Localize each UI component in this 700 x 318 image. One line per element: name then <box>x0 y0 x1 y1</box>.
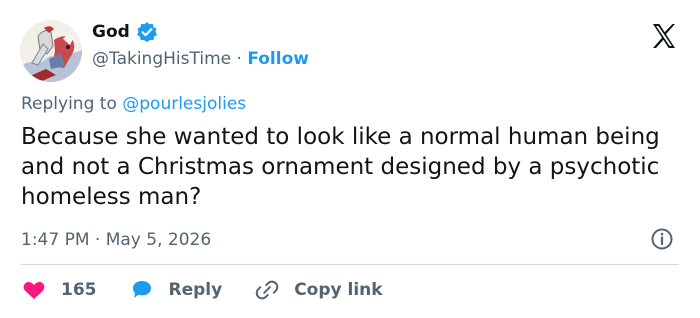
tweet-actions: 165 Reply Copy link <box>21 275 415 305</box>
separator: · <box>236 49 242 69</box>
tweet-timestamp[interactable]: 1:47 PM · May 5, 2026 <box>21 228 211 252</box>
handle-line: @TakingHisTime · Follow <box>92 47 309 71</box>
display-name[interactable]: God <box>92 20 130 44</box>
x-logo-icon[interactable] <box>650 22 678 50</box>
user-handle[interactable]: @TakingHisTime <box>92 49 231 69</box>
reply-context: Replying to @pourlesjolies <box>21 92 246 116</box>
like-count: 165 <box>61 280 97 300</box>
mention-link[interactable]: @pourlesjolies <box>122 94 246 114</box>
heart-icon <box>23 281 45 299</box>
follow-button[interactable]: Follow <box>247 49 309 69</box>
copy-link-label: Copy link <box>294 280 383 300</box>
replying-to-label: Replying to <box>21 94 117 114</box>
verified-badge-icon <box>136 21 158 43</box>
copy-link-button[interactable]: Copy link <box>254 275 383 305</box>
reply-label: Reply <box>168 280 223 300</box>
like-button[interactable]: 165 <box>21 275 97 305</box>
divider <box>21 264 679 265</box>
tweet-text: Because she wanted to look like a normal… <box>21 124 660 210</box>
avatar[interactable] <box>20 20 82 82</box>
link-icon <box>255 280 279 300</box>
info-icon[interactable] <box>650 227 674 251</box>
author-name-row[interactable]: God <box>92 20 158 44</box>
speech-bubble-icon <box>132 281 151 298</box>
reply-button[interactable]: Reply <box>129 275 223 305</box>
avatar-knight-icon <box>20 20 82 82</box>
